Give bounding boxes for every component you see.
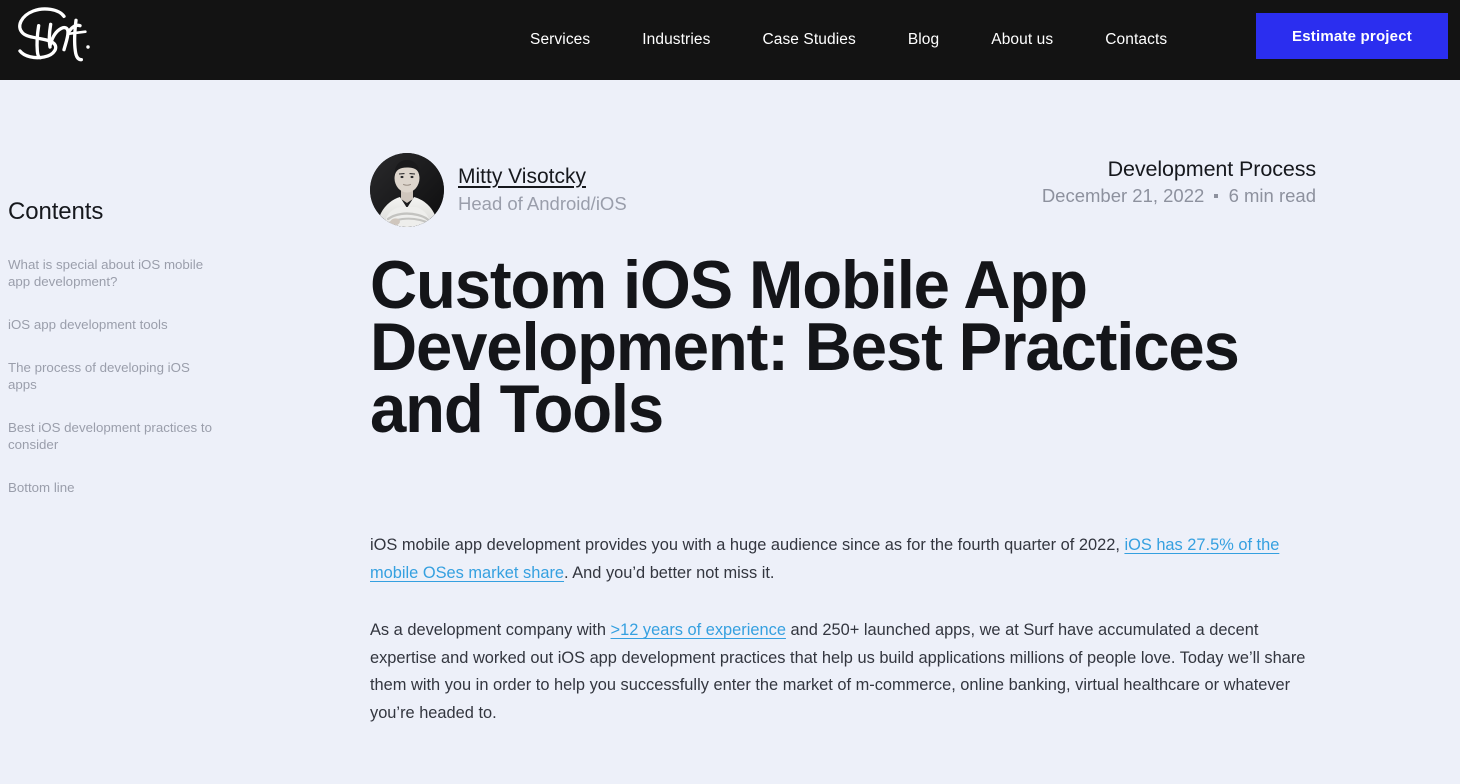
nav-item-services[interactable]: Services — [530, 23, 590, 57]
estimate-project-button[interactable]: Estimate project — [1256, 13, 1448, 59]
main-navigation: Services Industries Case Studies Blog Ab… — [530, 0, 1167, 80]
paragraph-2: As a development company with >12 years … — [370, 621, 1306, 722]
surf-logo-icon[interactable] — [12, 4, 92, 66]
meta-separator-icon — [1214, 194, 1219, 198]
article-meta-row: Mitty Visotcky Head of Android/iOS Devel… — [370, 153, 1316, 231]
nav-item-blog[interactable]: Blog — [908, 23, 939, 57]
author-role: Head of Android/iOS — [458, 193, 627, 214]
contents-list: What is special about iOS mobile app dev… — [8, 256, 243, 496]
page-title: Custom iOS Mobile App Development: Best … — [370, 247, 1240, 447]
table-of-contents: Contents What is special about iOS mobil… — [8, 198, 243, 496]
inline-link-1[interactable]: iOS has 27.5% of the mobile OSes market … — [370, 536, 1279, 582]
post-category[interactable]: Development Process — [1042, 156, 1317, 183]
article: Mitty Visotcky Head of Android/iOS Devel… — [370, 153, 1316, 728]
nav-item-industries[interactable]: Industries — [642, 23, 710, 57]
toc-item-1[interactable]: iOS app development tools — [8, 316, 220, 333]
nav-item-case-studies[interactable]: Case Studies — [762, 23, 855, 57]
nav-item-contacts[interactable]: Contacts — [1105, 23, 1167, 57]
site-header: Services Industries Case Studies Blog Ab… — [0, 0, 1460, 80]
post-read-time: 6 min read — [1228, 185, 1316, 206]
author-name-link[interactable]: Mitty Visotcky — [458, 164, 627, 190]
post-info: Development Process December 21, 2022 6 … — [1042, 156, 1316, 208]
nav-item-about-us[interactable]: About us — [991, 23, 1053, 57]
toc-item-3[interactable]: Best iOS development practices to consid… — [8, 419, 220, 453]
inline-link-1[interactable]: >12 years of experience — [611, 621, 786, 639]
toc-item-2[interactable]: The process of developing iOS apps — [8, 359, 220, 393]
post-meta: December 21, 2022 6 min read — [1042, 183, 1316, 208]
author-text: Mitty Visotcky Head of Android/iOS — [458, 164, 627, 216]
toc-item-0[interactable]: What is special about iOS mobile app dev… — [8, 256, 220, 290]
avatar — [370, 153, 444, 227]
toc-item-4[interactable]: Bottom line — [8, 479, 220, 496]
author-block: Mitty Visotcky Head of Android/iOS — [370, 153, 627, 227]
article-body: iOS mobile app development provides you … — [370, 532, 1316, 728]
page-body: Contents What is special about iOS mobil… — [0, 80, 1460, 784]
post-date: December 21, 2022 — [1041, 185, 1205, 206]
contents-heading: Contents — [8, 198, 104, 225]
paragraph-1: iOS mobile app development provides you … — [370, 536, 1280, 582]
